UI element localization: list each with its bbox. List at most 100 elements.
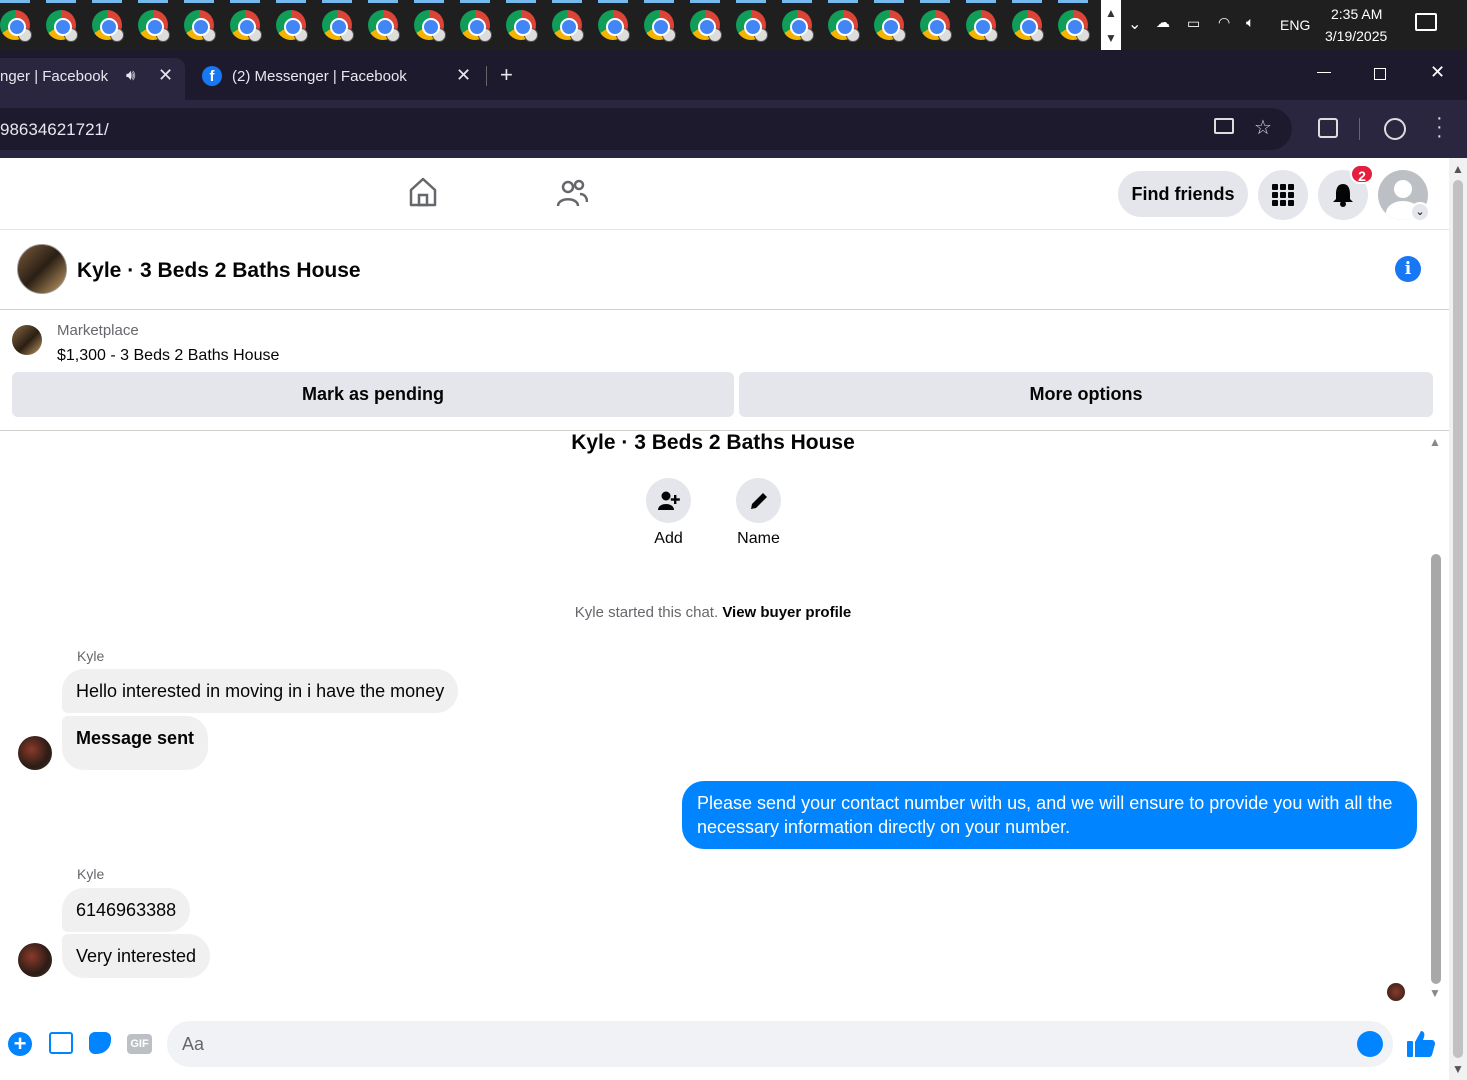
close-window-icon[interactable]: ✕: [1430, 62, 1445, 83]
friends-icon[interactable]: [556, 178, 589, 213]
install-app-icon[interactable]: [1214, 118, 1234, 134]
chrome-profile-icon[interactable]: [460, 10, 492, 42]
chrome-profile-icon[interactable]: [874, 10, 906, 42]
message-bubble[interactable]: Message sent: [62, 716, 209, 770]
extensions-icon[interactable]: [1318, 118, 1338, 138]
profile-icon[interactable]: [1384, 118, 1406, 140]
chrome-profile-icon[interactable]: [414, 10, 446, 42]
chrome-profile-icon[interactable]: [138, 10, 170, 42]
close-tab-icon[interactable]: ✕: [158, 65, 173, 86]
minimize-icon[interactable]: [1317, 72, 1331, 73]
chrome-profile-icon[interactable]: [552, 10, 584, 42]
clock-time[interactable]: 2:35 AM: [1331, 6, 1382, 22]
listing-title[interactable]: $1,300 - 3 Beds 2 Baths House: [57, 347, 279, 365]
profile-badge-icon: [616, 28, 630, 42]
chrome-profile-icon[interactable]: [828, 10, 860, 42]
menu-kebab-icon[interactable]: · · ·: [1436, 108, 1443, 146]
mark-as-pending-button[interactable]: Mark as pending: [12, 372, 734, 417]
restore-icon[interactable]: [1374, 68, 1386, 80]
close-tab-icon[interactable]: ✕: [456, 65, 471, 86]
add-label[interactable]: Add: [646, 530, 691, 548]
chat-avatar[interactable]: [17, 244, 67, 294]
new-tab-icon[interactable]: +: [500, 62, 513, 88]
chrome-profile-icon[interactable]: [230, 10, 262, 42]
listing-thumbnail[interactable]: [12, 325, 42, 355]
chrome-profile-icon[interactable]: [322, 10, 354, 42]
taskbar-active-indicator: [736, 0, 766, 3]
message-input[interactable]: Aa: [167, 1021, 1393, 1067]
thumbs-up-icon[interactable]: [1406, 1030, 1436, 1063]
sender-avatar[interactable]: [18, 943, 52, 977]
tray-chevron-icon[interactable]: ⌄: [1128, 14, 1141, 34]
find-friends-button[interactable]: Find friends: [1118, 171, 1248, 217]
tab-title: (2) Messenger | Facebook: [232, 68, 407, 85]
info-icon[interactable]: i: [1395, 256, 1421, 282]
page-scrollbar[interactable]: ▲ ▼: [1449, 158, 1467, 1080]
emoji-icon[interactable]: [1357, 1031, 1383, 1057]
chrome-profile-icon[interactable]: [598, 10, 630, 42]
address-bar[interactable]: 98634621721/ ☆: [0, 108, 1292, 150]
edit-name-icon[interactable]: [736, 478, 781, 523]
bookmark-star-icon[interactable]: ☆: [1254, 115, 1272, 140]
home-icon[interactable]: [408, 176, 438, 213]
chat-title[interactable]: Kyle · 3 Beds 2 Baths House: [77, 259, 361, 283]
chrome-profile-icon[interactable]: [782, 10, 814, 42]
page-scroll-up-icon[interactable]: ▲: [1452, 162, 1464, 176]
chrome-profile-icon[interactable]: [276, 10, 308, 42]
profile-badge-icon: [892, 28, 906, 42]
url-text[interactable]: 98634621721/: [0, 120, 109, 140]
clock-date[interactable]: 3/19/2025: [1325, 28, 1387, 44]
profile-badge-icon: [110, 28, 124, 42]
message-input-placeholder: Aa: [182, 1034, 205, 1054]
message-bubble[interactable]: Very interested: [62, 934, 211, 978]
notification-center-icon[interactable]: [1415, 13, 1437, 31]
taskbar-active-indicator: [92, 0, 122, 3]
message-bubble[interactable]: 6146963388: [62, 888, 191, 932]
page-scroll-down-icon[interactable]: ▼: [1452, 1062, 1464, 1076]
language-indicator[interactable]: ENG: [1280, 17, 1310, 33]
scroll-up-icon[interactable]: ▲: [1101, 0, 1121, 25]
chrome-profile-icon[interactable]: [506, 10, 538, 42]
photo-icon[interactable]: [49, 1032, 73, 1054]
sender-avatar[interactable]: [18, 736, 52, 770]
more-options-button[interactable]: More options: [739, 372, 1433, 417]
inner-scrollbar-thumb[interactable]: [1431, 554, 1441, 984]
chrome-profile-icon[interactable]: [736, 10, 768, 42]
volume-icon[interactable]: 🔈︎: [1246, 14, 1254, 31]
chrome-profile-icon[interactable]: [644, 10, 676, 42]
gif-icon[interactable]: GIF: [127, 1034, 152, 1054]
sticker-icon[interactable]: [89, 1032, 111, 1054]
tab-messenger-1[interactable]: nger | Facebook 🔊︎ ✕: [0, 58, 185, 100]
conversation-area: Kyle · 3 Beds 2 Baths House Add Name Kyl…: [0, 431, 1449, 1008]
chrome-profile-icon[interactable]: [966, 10, 998, 42]
chrome-profile-icon[interactable]: [184, 10, 216, 42]
add-person-icon[interactable]: [646, 478, 691, 523]
chrome-profile-icon[interactable]: [368, 10, 400, 42]
chrome-profile-icon[interactable]: [1058, 10, 1090, 42]
tab-messenger-2[interactable]: f (2) Messenger | Facebook ✕: [190, 58, 480, 100]
chrome-profile-icon[interactable]: [46, 10, 78, 42]
wifi-icon[interactable]: ◠: [1218, 14, 1230, 31]
name-label[interactable]: Name: [726, 530, 791, 548]
profile-badge-icon: [18, 28, 32, 42]
cloud-icon[interactable]: ☁: [1156, 14, 1170, 31]
chrome-profile-icon[interactable]: [0, 10, 32, 42]
scroll-down-icon[interactable]: ▼: [1101, 25, 1121, 50]
audio-icon[interactable]: 🔊︎: [126, 67, 135, 84]
view-buyer-profile-link[interactable]: View buyer profile: [722, 604, 851, 621]
chrome-profile-icon[interactable]: [920, 10, 952, 42]
page-scrollbar-thumb[interactable]: [1453, 180, 1463, 1058]
battery-icon[interactable]: ▭: [1187, 15, 1200, 32]
taskbar-active-indicator: [46, 0, 76, 3]
profile-badge-icon: [708, 28, 722, 42]
chrome-profile-icon[interactable]: [92, 10, 124, 42]
message-bubble[interactable]: Hello interested in moving in i have the…: [62, 669, 459, 713]
chrome-profile-icon[interactable]: [690, 10, 722, 42]
account-chevron-icon[interactable]: ⌄: [1410, 202, 1430, 222]
chrome-profile-icon[interactable]: [1012, 10, 1044, 42]
inner-scroll-down-icon[interactable]: ▼: [1429, 986, 1441, 1000]
menu-grid-icon[interactable]: [1258, 170, 1308, 220]
inner-scroll-up-icon[interactable]: ▲: [1429, 435, 1441, 449]
my-message-bubble[interactable]: Please send your contact number with us,…: [682, 781, 1417, 849]
plus-icon[interactable]: +: [8, 1032, 32, 1056]
